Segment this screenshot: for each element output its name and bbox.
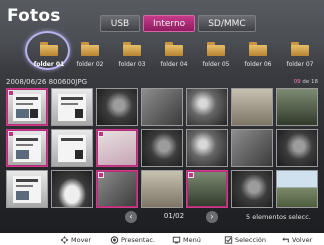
photo-thumbnail[interactable] bbox=[51, 170, 93, 208]
photo-thumbnail[interactable] bbox=[6, 88, 48, 126]
photo-thumbnail[interactable] bbox=[231, 88, 273, 126]
info-bar: 2008/06/26 800600JPG 09 de 18 bbox=[4, 78, 320, 88]
photo-thumbnail[interactable] bbox=[231, 129, 273, 167]
folder-item[interactable]: folder 06 bbox=[239, 40, 277, 76]
hint-bar: Mover Presentac. Menú Selección Volver bbox=[0, 233, 324, 245]
photo-thumbnail[interactable] bbox=[141, 88, 183, 126]
hint-label: Selección bbox=[235, 235, 266, 244]
hint-label: Volver bbox=[292, 235, 313, 244]
photo-thumbnail[interactable] bbox=[6, 129, 48, 167]
dpad-icon bbox=[60, 235, 69, 244]
thumbnail-grid bbox=[6, 88, 318, 208]
folder-icon bbox=[249, 42, 267, 56]
folder-icon bbox=[207, 42, 225, 56]
pager: ‹ 01/02 › 5 elementos selecc. bbox=[0, 210, 324, 224]
folder-label: folder 06 bbox=[244, 61, 272, 68]
ok-button-icon bbox=[110, 235, 119, 244]
return-icon bbox=[282, 236, 289, 242]
photo-thumbnail[interactable] bbox=[141, 170, 183, 208]
hint-label: Menú bbox=[183, 235, 201, 244]
photo-thumbnail[interactable] bbox=[96, 170, 138, 208]
hint-menu: Menú bbox=[172, 234, 201, 245]
photo-thumbnail[interactable] bbox=[276, 88, 318, 126]
folder-row: folder 01 folder 02 folder 03 folder 04 … bbox=[24, 40, 320, 76]
counter-current: 09 bbox=[293, 79, 301, 85]
folder-label: folder 03 bbox=[118, 61, 146, 68]
tab-interno[interactable]: Interno bbox=[143, 15, 196, 32]
hint-select: Selección bbox=[224, 234, 266, 245]
folder-item[interactable]: folder 03 bbox=[113, 40, 151, 76]
chevron-right-icon[interactable]: › bbox=[206, 211, 218, 223]
photo-counter: 09 de 18 bbox=[294, 79, 318, 85]
file-name: 2008/06/26 800600JPG bbox=[6, 78, 88, 86]
chevron-left-icon[interactable]: ‹ bbox=[125, 211, 137, 223]
check-icon bbox=[188, 172, 194, 178]
folder-icon bbox=[123, 42, 141, 56]
tab-usb[interactable]: USB bbox=[100, 15, 140, 32]
photo-thumbnail[interactable] bbox=[96, 129, 138, 167]
check-icon bbox=[98, 131, 104, 137]
photo-thumbnail[interactable] bbox=[231, 170, 273, 208]
page-number: 01/02 bbox=[163, 212, 185, 220]
hint-label: Presentac. bbox=[121, 235, 156, 244]
folder-label: folder 02 bbox=[76, 61, 104, 68]
photo-thumbnail[interactable] bbox=[141, 129, 183, 167]
folder-label: folder 07 bbox=[286, 61, 314, 68]
photo-thumbnail[interactable] bbox=[186, 88, 228, 126]
check-icon bbox=[8, 90, 14, 96]
check-icon bbox=[8, 131, 14, 137]
folder-icon bbox=[40, 42, 58, 56]
photo-thumbnail[interactable] bbox=[96, 88, 138, 126]
photo-thumbnail[interactable] bbox=[186, 170, 228, 208]
hint-move: Mover bbox=[60, 234, 91, 245]
folder-icon bbox=[81, 42, 99, 56]
tab-sd-mmc[interactable]: SD/MMC bbox=[198, 15, 256, 32]
photo-thumbnail[interactable] bbox=[186, 129, 228, 167]
photo-thumbnail[interactable] bbox=[276, 170, 318, 208]
selection-count: 5 elementos selecc. bbox=[246, 213, 311, 221]
folder-item[interactable]: folder 02 bbox=[71, 40, 109, 76]
counter-total: de 18 bbox=[302, 79, 318, 85]
folder-label: folder 05 bbox=[202, 61, 230, 68]
photo-thumbnail[interactable] bbox=[51, 129, 93, 167]
hint-slideshow: Presentac. bbox=[110, 234, 155, 245]
photo-thumbnail[interactable] bbox=[6, 170, 48, 208]
checkbox-icon bbox=[224, 235, 233, 244]
folder-item[interactable]: folder 01 bbox=[30, 40, 68, 76]
folder-label: folder 01 bbox=[33, 61, 65, 68]
photo-thumbnail[interactable] bbox=[51, 88, 93, 126]
photo-thumbnail[interactable] bbox=[276, 129, 318, 167]
folder-item[interactable]: folder 04 bbox=[155, 40, 193, 76]
folder-item[interactable]: folder 07 bbox=[281, 40, 319, 76]
source-tabs: USB Interno SD/MMC bbox=[100, 15, 256, 32]
photo-browser-screen: Fotos USB Interno SD/MMC folder 01 folde… bbox=[0, 0, 324, 233]
hint-label: Mover bbox=[71, 235, 92, 244]
folder-item[interactable]: folder 05 bbox=[197, 40, 235, 76]
menu-icon bbox=[172, 236, 181, 243]
folder-icon bbox=[165, 42, 183, 56]
folder-label: folder 04 bbox=[160, 61, 188, 68]
hint-back: Volver bbox=[281, 234, 312, 245]
page-title: Fotos bbox=[7, 6, 61, 26]
check-icon bbox=[98, 172, 104, 178]
folder-icon bbox=[291, 42, 309, 56]
